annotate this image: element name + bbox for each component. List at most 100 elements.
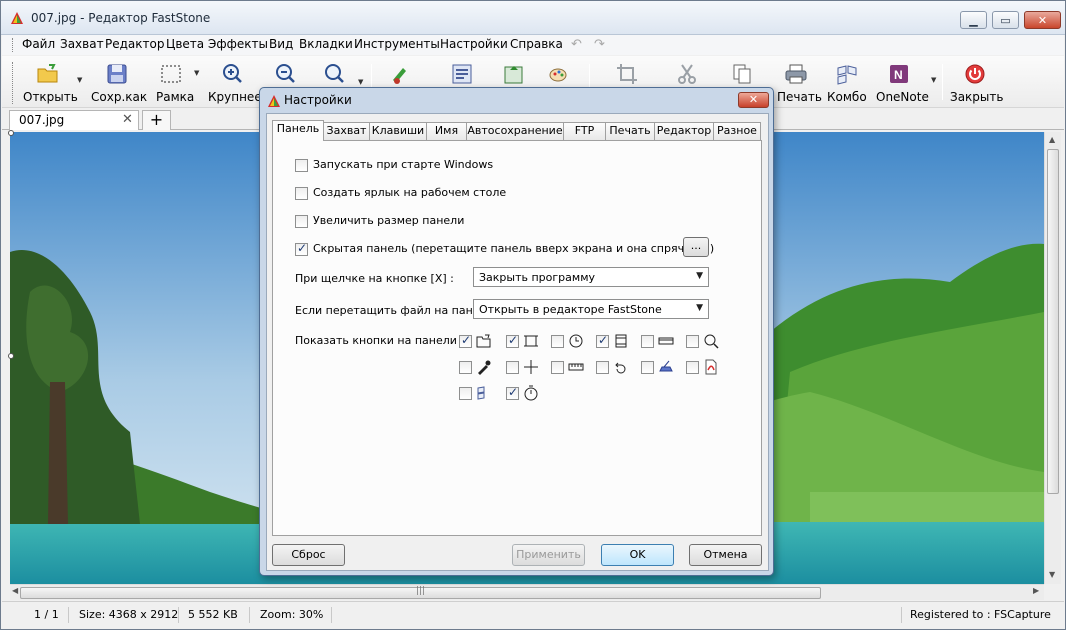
minimize-icon: ▁ xyxy=(969,13,978,27)
run-at-start-checkbox[interactable] xyxy=(295,159,308,172)
horizontal-scroll-thumb[interactable]: ||| xyxy=(20,586,821,599)
zoom-out-icon[interactable] xyxy=(273,62,297,86)
status-separator xyxy=(249,607,250,623)
ok-button[interactable]: OK xyxy=(601,544,674,566)
vertical-scrollbar[interactable]: ▲ ▼ xyxy=(1044,132,1061,584)
panel-btn-film-checkbox[interactable] xyxy=(596,333,609,348)
panel-btn-pdf-checkbox[interactable] xyxy=(686,361,699,374)
scroll-right-icon[interactable]: ▶ xyxy=(1033,586,1039,595)
resize-icon[interactable] xyxy=(502,62,526,86)
clock-icon xyxy=(569,334,583,348)
panel-btn-combine-checkbox[interactable] xyxy=(459,387,472,400)
tab-print[interactable]: Печать xyxy=(605,122,655,140)
enlarge-panel-checkbox[interactable] xyxy=(295,215,308,228)
onenote-button[interactable]: N OneNote xyxy=(874,59,929,105)
close-click-select[interactable]: Закрыть программу ▼ xyxy=(473,267,709,287)
draw-tools-icon[interactable] xyxy=(389,62,413,86)
open-button[interactable]: Открыть xyxy=(18,59,78,105)
dialog-body: Панель Захват Клавиши Имя Автосохранение… xyxy=(266,113,769,571)
scroll-up-icon[interactable]: ▲ xyxy=(1049,135,1055,144)
cut-icon[interactable] xyxy=(675,62,699,86)
desktop-shortcut-checkbox[interactable] xyxy=(295,187,308,200)
panel-btn-undo-checkbox[interactable] xyxy=(596,361,609,374)
scroll-left-icon[interactable]: ◀ xyxy=(12,586,18,595)
tab-panel[interactable]: Панель xyxy=(272,120,324,141)
combo-button[interactable]: Комбо xyxy=(825,59,869,105)
undo-icon[interactable]: ↶ xyxy=(571,37,582,52)
combine-icon xyxy=(477,386,485,400)
horizontal-scrollbar[interactable]: ◀ ||| ▶ xyxy=(10,584,1044,600)
panel-btn-ruler-checkbox[interactable] xyxy=(551,361,564,374)
onenote-dropdown-icon[interactable]: ▼ xyxy=(931,76,936,84)
zoom-dropdown-icon[interactable]: ▼ xyxy=(358,78,363,86)
grip-icon: ||| xyxy=(416,586,426,596)
print-button[interactable]: Печать xyxy=(774,59,822,105)
resize-handle[interactable] xyxy=(8,130,14,136)
color-picker-icon xyxy=(478,360,491,375)
close-app-button[interactable]: Закрыть xyxy=(948,59,1003,105)
scroll-down-icon[interactable]: ▼ xyxy=(1049,570,1055,579)
caption-icon[interactable] xyxy=(450,62,474,86)
panel-btn-scanner-checkbox[interactable] xyxy=(641,361,654,374)
tab-capture[interactable]: Захват xyxy=(323,122,370,140)
panel-btn-clock-checkbox[interactable] xyxy=(551,335,564,348)
frame-button[interactable]: Рамка xyxy=(152,59,194,105)
title-bar: 007.jpg - Редактор FastStone ▁ ▭ ✕ xyxy=(1,1,1065,35)
onenote-icon: N xyxy=(890,65,908,83)
minimize-button[interactable]: ▁ xyxy=(960,11,987,29)
panel-btn-crosshair-checkbox[interactable] xyxy=(506,361,519,374)
menu-effects[interactable]: Эффекты xyxy=(208,37,268,51)
status-registered: Registered to : FSCapture xyxy=(910,608,1051,621)
close-tab-icon[interactable]: ✕ xyxy=(122,112,133,127)
menu-tools[interactable]: Инструменты xyxy=(354,37,440,51)
hidden-panel-checkbox[interactable] xyxy=(295,241,308,256)
drag-file-select[interactable]: Открыть в редакторе FastStone ▼ xyxy=(473,299,709,319)
close-window-button[interactable]: ✕ xyxy=(1024,11,1061,29)
tab-hotkeys[interactable]: Клавиши xyxy=(369,122,427,140)
zoom-in-button[interactable]: Крупнее xyxy=(206,59,262,105)
copy-icon[interactable] xyxy=(730,62,754,86)
menu-view[interactable]: Вид xyxy=(269,37,293,51)
menu-colors[interactable]: Цвета xyxy=(166,37,204,51)
crop-icon[interactable] xyxy=(615,62,639,86)
apply-button[interactable]: Применить xyxy=(512,544,585,566)
color-palette-icon[interactable] xyxy=(547,62,571,86)
panel-btn-open-checkbox[interactable] xyxy=(459,333,472,348)
menu-settings[interactable]: Настройки xyxy=(440,37,508,51)
vertical-scroll-thumb[interactable] xyxy=(1047,149,1059,494)
maximize-button[interactable]: ▭ xyxy=(992,11,1019,29)
open-dropdown-icon[interactable]: ▼ xyxy=(77,76,82,84)
tab-ftp[interactable]: FTP xyxy=(563,122,606,140)
status-size: Size: 4368 x 2912 xyxy=(79,608,179,621)
tab-misc[interactable]: Разное xyxy=(713,122,761,140)
zoom-in-label: Крупнее xyxy=(208,90,262,104)
resize-handle[interactable] xyxy=(8,353,14,359)
zoom-fit-icon[interactable] xyxy=(322,62,346,86)
save-as-button[interactable]: Сохр.как xyxy=(89,59,147,105)
panel-btn-magnifier-checkbox[interactable] xyxy=(686,335,699,348)
new-tab-button[interactable]: + xyxy=(142,110,171,130)
menu-file[interactable]: Файл xyxy=(22,37,55,51)
reset-button[interactable]: Сброс xyxy=(272,544,345,566)
panel-btn-rect-checkbox[interactable] xyxy=(506,333,519,348)
panel-options-button[interactable]: ... xyxy=(683,237,709,257)
combine-icon xyxy=(837,65,857,85)
panel-btn-timer-checkbox[interactable] xyxy=(506,385,519,400)
status-zoom: Zoom: 30% xyxy=(260,608,324,621)
frame-dropdown-icon[interactable]: ▼ xyxy=(194,69,199,77)
menu-editor[interactable]: Редактор xyxy=(105,37,164,51)
panel-btn-picker-checkbox[interactable] xyxy=(459,361,472,374)
redo-icon[interactable]: ↷ xyxy=(594,37,605,52)
menu-tabs[interactable]: Вкладки xyxy=(299,37,353,51)
dialog-close-button[interactable]: ✕ xyxy=(738,92,769,108)
cancel-button[interactable]: Отмена xyxy=(689,544,762,566)
tab-autosave[interactable]: Автосохранение xyxy=(466,122,564,140)
tab-editor[interactable]: Редактор xyxy=(654,122,714,140)
close-click-value: Закрыть программу xyxy=(479,271,596,284)
tab-name[interactable]: Имя xyxy=(426,122,467,140)
document-tab[interactable]: 007.jpg ✕ xyxy=(9,110,139,130)
pdf-icon xyxy=(705,359,717,375)
menu-capture[interactable]: Захват xyxy=(60,37,104,51)
panel-btn-scroll-checkbox[interactable] xyxy=(641,335,654,348)
menu-help[interactable]: Справка xyxy=(510,37,563,51)
